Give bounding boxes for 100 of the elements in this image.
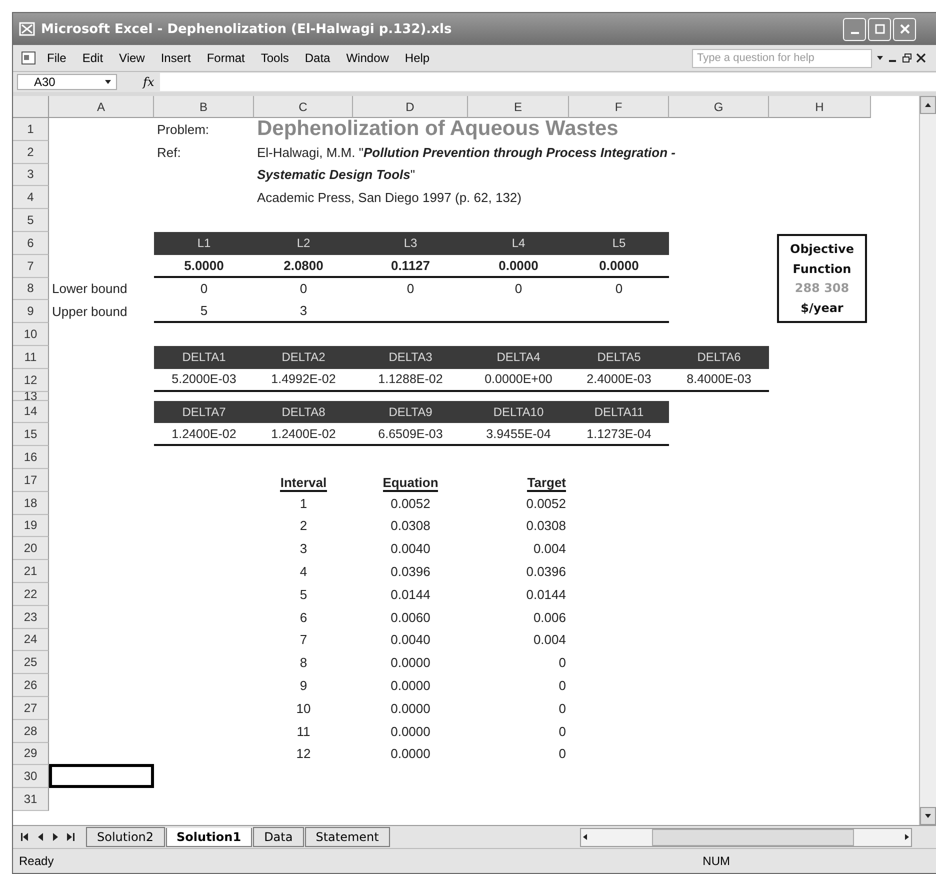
variable-value: 0.0000 [598,258,640,273]
table-cell: 0.0060 [390,610,430,625]
table-cell: 0.0000 [390,700,430,716]
name-box[interactable]: A30 [17,74,117,90]
column-header[interactable]: E [468,96,569,118]
reference-text: El-Halwagi, M.M. "Pollution Prevention through Process Integration - [256,144,676,162]
delta-value: 0.0000E+00 [484,372,554,386]
table-cell: 9 [300,678,308,694]
row-header[interactable]: 28 [13,720,49,743]
reference-text: Academic Press, San Diego 1997 (p. 62, 132) [256,189,522,208]
row-header[interactable]: 20 [13,537,49,560]
row-header[interactable]: 22 [13,582,49,606]
column-label: DELTA3 [388,350,434,364]
menu-item[interactable]: Insert [154,49,197,67]
status-text: Ready [19,854,54,868]
column-label: DELTA10 [492,404,545,419]
column-heading: Equation [382,474,438,492]
table-cell: 11 [296,724,310,739]
menu-item[interactable]: View [113,49,151,67]
table-cell: 12 [296,746,311,762]
function-label[interactable]: fx [143,75,154,89]
row-header[interactable]: 8 [13,278,49,300]
delta-value: 1.4992E-02 [270,372,337,386]
sheet-tab[interactable]: Statement [304,827,390,847]
objective-title: Function [792,262,852,276]
bound-value: 0 [298,281,308,296]
column-header[interactable]: A [49,96,154,118]
menu-item[interactable]: Edit [76,49,110,67]
table-cell: 0.0000 [390,746,430,762]
row-header[interactable]: 2 [13,140,49,164]
column-heading: Target [527,474,566,492]
delta-value: 8.4000E-03 [686,372,752,386]
table-cell: 0.0052 [390,496,430,511]
delta-value: 5.2000E-03 [170,372,238,386]
menu-item[interactable]: File [41,49,72,67]
column-heading: Interval [280,474,327,492]
row-header[interactable]: 27 [13,696,49,720]
help-search-field[interactable]: Type a question for help [692,48,872,68]
menu-item[interactable]: Data [298,49,336,67]
menu-item[interactable]: Tools [254,49,295,67]
menu-item[interactable]: Format [200,49,251,67]
column-header[interactable]: G [669,96,769,118]
column-header[interactable]: B [154,96,254,118]
row-header[interactable]: 12 [13,368,49,392]
sheet-tab[interactable]: Data [253,827,304,847]
reference-text: Systematic Design Tools" [256,166,416,184]
row-header[interactable]: 30 [13,765,49,788]
table-cell: 5 [300,586,308,602]
row-header[interactable]: 14 [13,400,49,424]
table-cell: 8 [300,655,308,670]
table-cell: 0.004 [533,541,566,556]
column-header[interactable]: H [769,96,871,118]
row-header[interactable]: 4 [13,186,49,210]
delta-value: 3.9455E-04 [485,426,552,441]
row-header[interactable]: 25 [13,651,49,674]
delta-value: 1.2400E-02 [170,426,238,441]
row-header[interactable]: 26 [13,674,49,697]
sheet-tab[interactable]: Solution2 [86,827,165,847]
row-header[interactable]: 24 [13,628,49,652]
column-header[interactable]: D [353,96,468,118]
row-header[interactable]: 9 [13,300,49,324]
variable-value: 0.1127 [390,258,432,273]
table-cell: 0.0000 [390,678,430,694]
row-header[interactable]: 17 [13,468,49,492]
table-cell: 0 [558,746,566,762]
row-header[interactable]: 21 [13,560,49,583]
menu-item[interactable]: Window [340,49,395,67]
row-header[interactable]: 10 [13,323,49,346]
row-header[interactable]: 31 [13,788,49,811]
variable-value: 5.0000 [183,258,225,273]
delta-value: 1.1288E-02 [377,372,444,386]
sheet-tab[interactable]: Solution1 [166,828,252,846]
row-header[interactable]: 1 [13,118,49,141]
row-header[interactable]: 19 [13,514,49,538]
bound-value: 5 [199,303,209,318]
window-title: Microsoft Excel - Dephenolization (El-Halwagi p.132).xls [41,22,452,36]
row-header[interactable]: 3 [13,164,49,186]
row-header[interactable]: 5 [13,209,49,232]
row-header[interactable]: 6 [13,232,49,255]
table-cell: 6 [300,610,308,625]
row-header[interactable]: 16 [13,446,49,469]
column-label: L5 [611,236,627,250]
column-label: L3 [402,236,418,250]
table-cell: 3 [300,541,308,556]
row-header[interactable]: 11 [13,346,49,369]
row-header[interactable]: 7 [13,254,49,278]
delta-value: 2.4000E-03 [586,372,652,386]
table-cell: 0.0052 [526,496,566,511]
row-header[interactable]: 18 [13,492,49,515]
column-label: L2 [296,236,312,250]
column-header[interactable]: F [569,96,669,118]
row-header[interactable]: 23 [13,606,49,629]
bound-label: Lower bound [51,280,128,298]
table-cell: 10 [296,700,311,716]
column-header[interactable]: C [254,96,353,118]
row-header[interactable]: 29 [13,742,49,766]
table-cell: 0.006 [533,610,566,625]
menu-item[interactable]: Help [398,49,436,67]
table-cell: 0.0308 [390,518,430,534]
row-header[interactable]: 15 [13,423,49,446]
